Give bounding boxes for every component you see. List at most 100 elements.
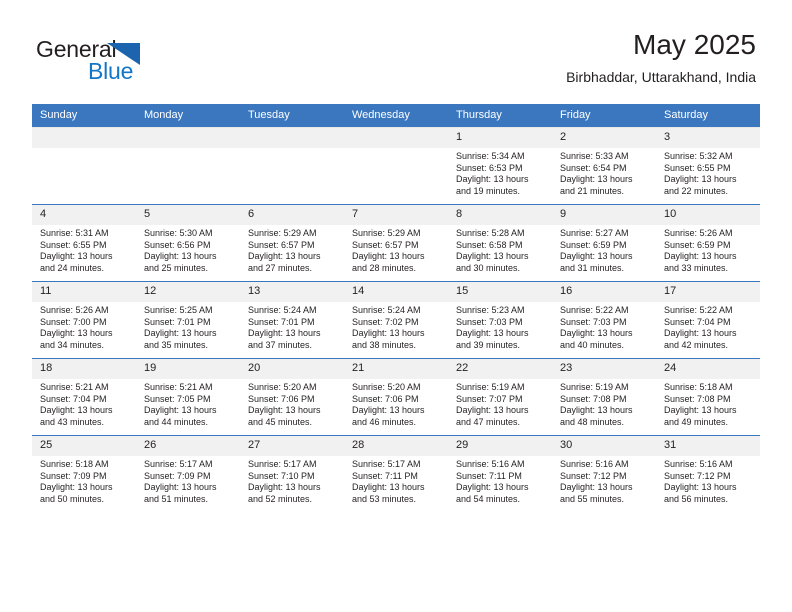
- calendar-day-cell[interactable]: 26 Sunrise: 5:17 AM Sunset: 7:09 PM Dayligh…: [136, 435, 240, 512]
- weekday-header-wednesday: Wednesday: [344, 104, 448, 128]
- day-number: 21: [344, 359, 448, 379]
- calendar-day-cell[interactable]: 25 Sunrise: 5:18 AM Sunset: 7:09 PM Dayligh…: [32, 435, 136, 512]
- calendar-day-cell[interactable]: 13 Sunrise: 5:24 AM Sunset: 7:01 PM Dayligh…: [240, 281, 344, 359]
- calendar-week-row: 4 Sunrise: 5:31 AM Sunset: 6:55 PM Daylight…: [32, 204, 760, 282]
- day-details: Sunrise: 5:24 AM Sunset: 7:01 PM Daylight:…: [240, 302, 344, 351]
- calendar-day-cell[interactable]: 4 Sunrise: 5:31 AM Sunset: 6:55 PM Daylight…: [32, 204, 136, 282]
- day-details: Sunrise: 5:34 AM Sunset: 6:53 PM Daylight:…: [448, 148, 552, 197]
- day-number: 5: [136, 205, 240, 225]
- calendar-day-cell[interactable]: 10 Sunrise: 5:26 AM Sunset: 6:59 PM Dayligh…: [656, 204, 760, 282]
- sunset-text: Sunset: 7:05 PM: [144, 393, 211, 404]
- logo-text-blue: Blue: [88, 58, 134, 84]
- sunset-text: Sunset: 7:00 PM: [40, 316, 107, 327]
- weekday-header-monday: Monday: [136, 104, 240, 128]
- sunset-text: Sunset: 7:06 PM: [352, 393, 419, 404]
- daylight-text: Daylight: 13 hours and 42 minutes.: [664, 328, 737, 350]
- sunrise-text: Sunrise: 5:18 AM: [664, 382, 733, 392]
- calendar-day-cell[interactable]: 16 Sunrise: 5:22 AM Sunset: 7:03 PM Dayligh…: [552, 281, 656, 359]
- calendar-day-cell[interactable]: 15 Sunrise: 5:23 AM Sunset: 7:03 PM Dayligh…: [448, 281, 552, 359]
- calendar-day-cell[interactable]: 31 Sunrise: 5:16 AM Sunset: 7:12 PM Dayligh…: [656, 435, 760, 512]
- general-blue-logo[interactable]: General Blue: [36, 36, 196, 86]
- calendar-day-cell[interactable]: 23 Sunrise: 5:19 AM Sunset: 7:08 PM Dayligh…: [552, 358, 656, 436]
- day-details: Sunrise: 5:30 AM Sunset: 6:56 PM Daylight:…: [136, 225, 240, 274]
- sunrise-text: Sunrise: 5:21 AM: [144, 382, 213, 392]
- calendar-day-cell[interactable]: 19 Sunrise: 5:21 AM Sunset: 7:05 PM Dayligh…: [136, 358, 240, 436]
- day-number: 18: [32, 359, 136, 379]
- day-details: Sunrise: 5:22 AM Sunset: 7:04 PM Daylight:…: [656, 302, 760, 351]
- calendar-day-cell[interactable]: 9 Sunrise: 5:27 AM Sunset: 6:59 PM Daylight…: [552, 204, 656, 282]
- day-details: Sunrise: 5:32 AM Sunset: 6:55 PM Daylight:…: [656, 148, 760, 197]
- daylight-text: Daylight: 13 hours and 44 minutes.: [144, 405, 217, 427]
- daylight-text: Daylight: 13 hours and 49 minutes.: [664, 405, 737, 427]
- calendar-day-cell[interactable]: 8 Sunrise: 5:28 AM Sunset: 6:58 PM Daylight…: [448, 204, 552, 282]
- calendar-day-cell[interactable]: 27 Sunrise: 5:17 AM Sunset: 7:10 PM Dayligh…: [240, 435, 344, 512]
- calendar-day-cell[interactable]: 24 Sunrise: 5:18 AM Sunset: 7:08 PM Dayligh…: [656, 358, 760, 436]
- calendar-day-cell[interactable]: 17 Sunrise: 5:22 AM Sunset: 7:04 PM Dayligh…: [656, 281, 760, 359]
- calendar-day-cell[interactable]: 7 Sunrise: 5:29 AM Sunset: 6:57 PM Daylight…: [344, 204, 448, 282]
- calendar-day-cell[interactable]: 29 Sunrise: 5:16 AM Sunset: 7:11 PM Dayligh…: [448, 435, 552, 512]
- day-details: Sunrise: 5:27 AM Sunset: 6:59 PM Daylight:…: [552, 225, 656, 274]
- calendar-day-cell[interactable]: 2 Sunrise: 5:33 AM Sunset: 6:54 PM Daylight…: [552, 127, 656, 205]
- sunrise-text: Sunrise: 5:18 AM: [40, 459, 109, 469]
- sunrise-text: Sunrise: 5:27 AM: [560, 228, 629, 238]
- calendar-day-cell[interactable]: 20 Sunrise: 5:20 AM Sunset: 7:06 PM Dayligh…: [240, 358, 344, 436]
- sunrise-text: Sunrise: 5:22 AM: [560, 305, 629, 315]
- day-details: Sunrise: 5:19 AM Sunset: 7:07 PM Daylight:…: [448, 379, 552, 428]
- day-number: 24: [656, 359, 760, 379]
- sunrise-text: Sunrise: 5:31 AM: [40, 228, 109, 238]
- calendar-day-cell[interactable]: 11 Sunrise: 5:26 AM Sunset: 7:00 PM Dayligh…: [32, 281, 136, 359]
- daylight-text: Daylight: 13 hours and 30 minutes.: [456, 251, 529, 273]
- calendar-day-cell[interactable]: 12 Sunrise: 5:25 AM Sunset: 7:01 PM Dayligh…: [136, 281, 240, 359]
- day-number: 1: [448, 128, 552, 148]
- sunrise-text: Sunrise: 5:17 AM: [352, 459, 421, 469]
- calendar-day-cell[interactable]: 14 Sunrise: 5:24 AM Sunset: 7:02 PM Dayligh…: [344, 281, 448, 359]
- sunset-text: Sunset: 7:03 PM: [456, 316, 523, 327]
- daylight-text: Daylight: 13 hours and 31 minutes.: [560, 251, 633, 273]
- sunrise-text: Sunrise: 5:24 AM: [248, 305, 317, 315]
- day-details: Sunrise: 5:25 AM Sunset: 7:01 PM Daylight:…: [136, 302, 240, 351]
- calendar-day-cell[interactable]: 5 Sunrise: 5:30 AM Sunset: 6:56 PM Daylight…: [136, 204, 240, 282]
- calendar-day-cell[interactable]: 6 Sunrise: 5:29 AM Sunset: 6:57 PM Daylight…: [240, 204, 344, 282]
- day-number: 10: [656, 205, 760, 225]
- weekday-header-saturday: Saturday: [656, 104, 760, 128]
- day-number: 3: [656, 128, 760, 148]
- sunrise-text: Sunrise: 5:23 AM: [456, 305, 525, 315]
- sunrise-text: Sunrise: 5:24 AM: [352, 305, 421, 315]
- calendar-day-cell[interactable]: 3 Sunrise: 5:32 AM Sunset: 6:55 PM Daylight…: [656, 127, 760, 205]
- day-number: 14: [344, 282, 448, 302]
- daylight-text: Daylight: 13 hours and 56 minutes.: [664, 482, 737, 504]
- sunrise-text: Sunrise: 5:33 AM: [560, 151, 629, 161]
- sunset-text: Sunset: 6:58 PM: [456, 239, 523, 250]
- calendar-day-cell[interactable]: 22 Sunrise: 5:19 AM Sunset: 7:07 PM Dayligh…: [448, 358, 552, 436]
- calendar-page: General Blue May 2025 Birbhaddar, Uttara…: [0, 0, 792, 612]
- weekday-header-friday: Friday: [552, 104, 656, 128]
- daylight-text: Daylight: 13 hours and 38 minutes.: [352, 328, 425, 350]
- sunset-text: Sunset: 6:53 PM: [456, 162, 523, 173]
- day-number: 11: [32, 282, 136, 302]
- sunset-text: Sunset: 7:09 PM: [144, 470, 211, 481]
- daylight-text: Daylight: 13 hours and 28 minutes.: [352, 251, 425, 273]
- sunset-text: Sunset: 7:07 PM: [456, 393, 523, 404]
- daylight-text: Daylight: 13 hours and 52 minutes.: [248, 482, 321, 504]
- day-number: 2: [552, 128, 656, 148]
- day-number: [240, 128, 344, 148]
- calendar-day-cell[interactable]: 1 Sunrise: 5:34 AM Sunset: 6:53 PM Daylight…: [448, 127, 552, 205]
- daylight-text: Daylight: 13 hours and 21 minutes.: [560, 174, 633, 196]
- calendar-day-cell[interactable]: 21 Sunrise: 5:20 AM Sunset: 7:06 PM Dayligh…: [344, 358, 448, 436]
- sunrise-text: Sunrise: 5:29 AM: [248, 228, 317, 238]
- sunrise-text: Sunrise: 5:21 AM: [40, 382, 109, 392]
- page-header: General Blue May 2025 Birbhaddar, Uttara…: [0, 0, 792, 100]
- day-details: Sunrise: 5:24 AM Sunset: 7:02 PM Daylight:…: [344, 302, 448, 351]
- sunset-text: Sunset: 7:03 PM: [560, 316, 627, 327]
- sunset-text: Sunset: 7:01 PM: [248, 316, 315, 327]
- calendar-day-cell[interactable]: 18 Sunrise: 5:21 AM Sunset: 7:04 PM Dayligh…: [32, 358, 136, 436]
- sunset-text: Sunset: 6:59 PM: [664, 239, 731, 250]
- daylight-text: Daylight: 13 hours and 19 minutes.: [456, 174, 529, 196]
- daylight-text: Daylight: 13 hours and 51 minutes.: [144, 482, 217, 504]
- sunset-text: Sunset: 7:06 PM: [248, 393, 315, 404]
- daylight-text: Daylight: 13 hours and 53 minutes.: [352, 482, 425, 504]
- calendar-day-cell-empty: [32, 127, 136, 205]
- sunset-text: Sunset: 6:54 PM: [560, 162, 627, 173]
- calendar-day-cell[interactable]: 30 Sunrise: 5:16 AM Sunset: 7:12 PM Dayligh…: [552, 435, 656, 512]
- calendar-day-cell[interactable]: 28 Sunrise: 5:17 AM Sunset: 7:11 PM Dayligh…: [344, 435, 448, 512]
